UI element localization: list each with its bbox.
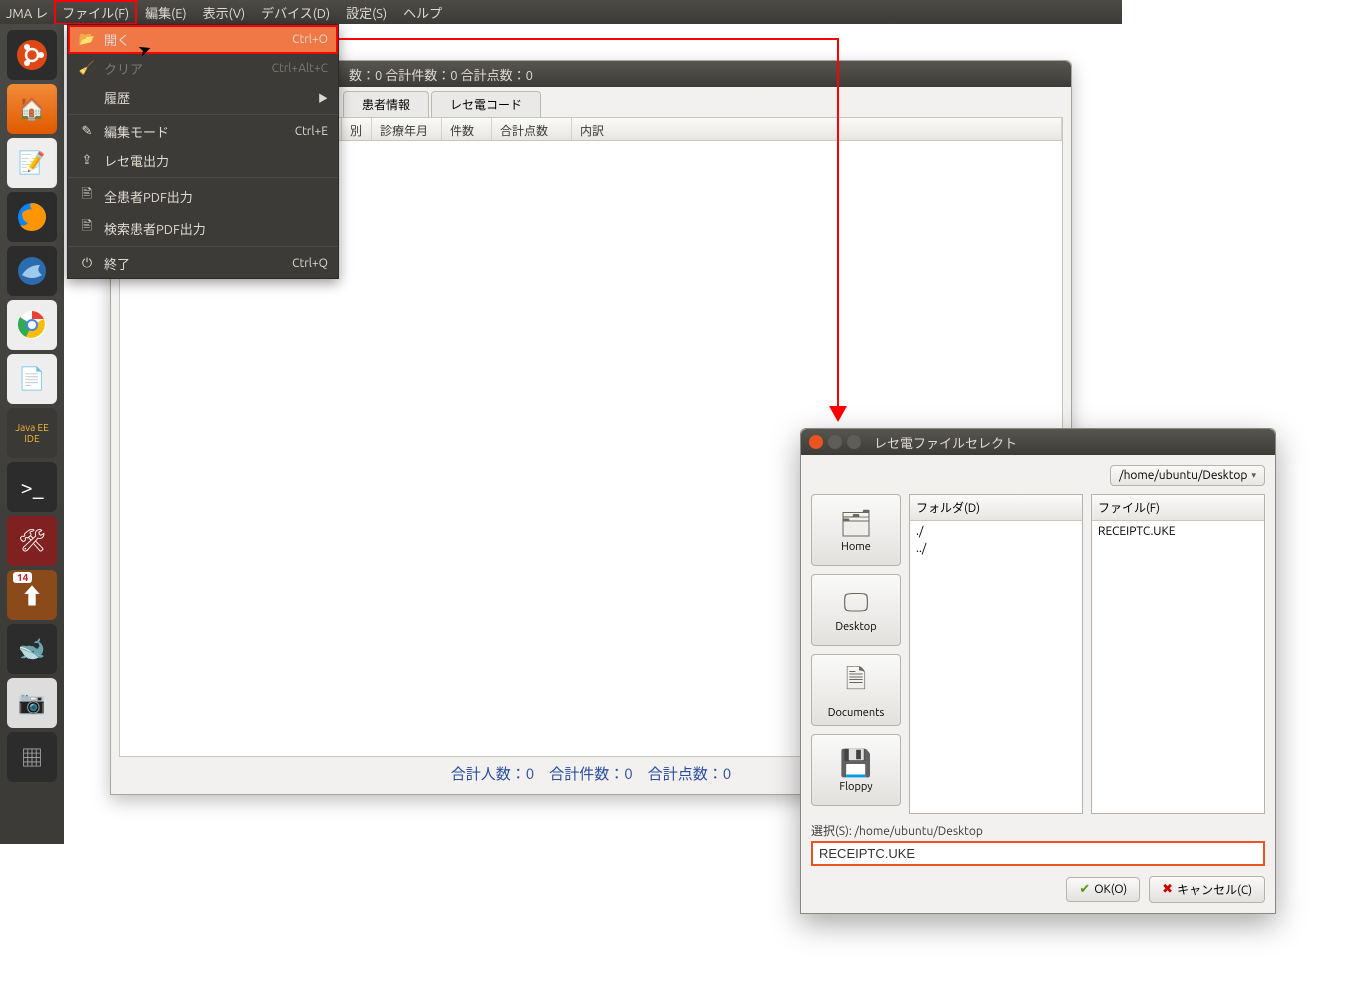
menu-view[interactable]: 表示(V) [195, 0, 253, 25]
menu-file[interactable]: ファイル(F) [54, 0, 137, 25]
menu-item-receden-out[interactable]: ⇪ レセ電出力 [68, 146, 338, 175]
menubar-app-name: JMA レ [6, 3, 48, 22]
list-item[interactable]: ../ [916, 540, 1076, 557]
launcher-gedit-icon[interactable]: 📝 [7, 138, 57, 188]
launcher-firefox-icon[interactable] [7, 192, 57, 242]
menu-item-open[interactable]: 📂 開く Ctrl+O [68, 25, 338, 54]
menu-separator [68, 114, 338, 115]
edit-icon: ✎ [78, 124, 96, 139]
documents-icon: 🗎 [846, 661, 867, 705]
menu-separator [68, 246, 338, 247]
col-detail[interactable]: 内訳 [572, 118, 1062, 140]
clear-icon: 🧹 [78, 61, 96, 76]
dialog-titlebar[interactable]: レセ電ファイルセレクト [801, 429, 1275, 455]
col-betsu[interactable]: 別 [342, 118, 372, 140]
desktop-icon: 🖵 [843, 587, 868, 619]
places-sidebar: 🗂 Home 🖵 Desktop 🗎 Documents 💾 Floppy [811, 494, 901, 814]
export-icon: ⇪ [78, 153, 96, 168]
folder-list-header[interactable]: フォルダ(D) [910, 495, 1082, 521]
floppy-icon: 💾 [840, 748, 872, 779]
launcher-update-badge: 14 [13, 572, 32, 583]
submenu-arrow-icon: ▶ [318, 90, 328, 105]
menu-device[interactable]: デバイス(D) [253, 0, 338, 25]
col-month[interactable]: 診療年月 [372, 118, 442, 140]
close-icon[interactable] [809, 435, 823, 449]
launcher-workspace-icon[interactable]: ▦ [7, 732, 57, 782]
ok-button[interactable]: ✔ OK(O) [1066, 877, 1140, 902]
place-floppy[interactable]: 💾 Floppy [811, 734, 901, 806]
file-list-header[interactable]: ファイル(F) [1092, 495, 1264, 521]
col-total[interactable]: 合計点数 [492, 118, 572, 140]
dialog-title: レセ電ファイルセレクト [874, 433, 1017, 452]
file-menu-dropdown: 📂 開く Ctrl+O 🧹 クリア Ctrl+Alt+C 履歴 ▶ ✎ 編集モー… [67, 24, 339, 279]
launcher-camera-icon[interactable]: 📷 [7, 678, 57, 728]
tab-receden-code[interactable]: レセ電コード [431, 91, 541, 117]
menu-item-clear[interactable]: 🧹 クリア Ctrl+Alt+C [68, 54, 338, 83]
check-icon: ✔ [1079, 882, 1090, 897]
list-item[interactable]: RECEIPTC.UKE [1098, 523, 1258, 540]
list-item[interactable]: ./ [916, 523, 1076, 540]
tab-patient-info[interactable]: 患者情報 [343, 91, 429, 117]
selection-input[interactable] [811, 841, 1265, 866]
launcher-settings-icon[interactable]: 🛠 [7, 516, 57, 566]
launcher-javaee-icon[interactable]: Java EEIDE [7, 408, 57, 458]
place-documents[interactable]: 🗎 Documents [811, 654, 901, 726]
file-select-dialog: レセ電ファイルセレクト /home/ubuntu/Desktop 🗂 Home … [800, 428, 1276, 914]
selection-label: 選択(S): /home/ubuntu/Desktop [811, 825, 983, 838]
launcher-terminal-icon[interactable]: >_ [7, 462, 57, 512]
annotation-arrow-head [829, 406, 847, 422]
file-list: ファイル(F) RECEIPTC.UKE [1091, 494, 1265, 814]
path-button[interactable]: /home/ubuntu/Desktop [1110, 465, 1265, 486]
maximize-icon[interactable] [847, 435, 861, 449]
menu-separator [68, 177, 338, 178]
launcher-software-icon[interactable]: 14⬆ [7, 570, 57, 620]
launcher-libreoffice-icon[interactable]: 📄 [7, 354, 57, 404]
power-icon: ⏻ [78, 256, 96, 271]
menu-item-quit[interactable]: ⏻ 終了 Ctrl+Q [68, 249, 338, 278]
annotation-arrow [837, 38, 839, 408]
pdf-icon: 🖹 [78, 217, 96, 239]
menubar: JMA レ ファイル(F) 編集(E) 表示(V) デバイス(D) 設定(S) … [0, 0, 1122, 24]
launcher-thunderbird-icon[interactable] [7, 246, 57, 296]
menu-settings[interactable]: 設定(S) [338, 0, 395, 25]
cancel-button[interactable]: ✖ キャンセル(C) [1149, 876, 1265, 903]
folder-list: フォルダ(D) ./ ../ [909, 494, 1083, 814]
col-count[interactable]: 件数 [442, 118, 492, 140]
place-home[interactable]: 🗂 Home [811, 494, 901, 566]
launcher-files-icon[interactable]: 🏠 [7, 84, 57, 134]
menu-help[interactable]: ヘルプ [395, 0, 450, 25]
launcher-orca-icon[interactable]: 🐋 [7, 624, 57, 674]
home-folder-icon: 🗂 [839, 508, 872, 539]
launcher: 🏠 📝 📄 Java EEIDE >_ 🛠 14⬆ 🐋 📷 ▦ [0, 24, 64, 844]
launcher-dash-icon[interactable] [7, 30, 57, 80]
place-desktop[interactable]: 🖵 Desktop [811, 574, 901, 646]
minimize-icon[interactable] [828, 435, 842, 449]
cancel-icon: ✖ [1162, 882, 1173, 897]
app-title: 数：0 合計件数：0 合計点数：0 [349, 65, 533, 84]
open-icon: 📂 [78, 32, 96, 47]
menu-item-all-pdf[interactable]: 🖹 全患者PDF出力 [68, 180, 338, 212]
pdf-icon: 🖹 [78, 185, 96, 207]
menu-item-search-pdf[interactable]: 🖹 検索患者PDF出力 [68, 212, 338, 244]
menu-item-editmode[interactable]: ✎ 編集モード Ctrl+E [68, 117, 338, 146]
annotation-arrow [339, 38, 839, 40]
launcher-chrome-icon[interactable] [7, 300, 57, 350]
menu-edit[interactable]: 編集(E) [137, 0, 194, 25]
menu-item-history[interactable]: 履歴 ▶ [68, 83, 338, 112]
